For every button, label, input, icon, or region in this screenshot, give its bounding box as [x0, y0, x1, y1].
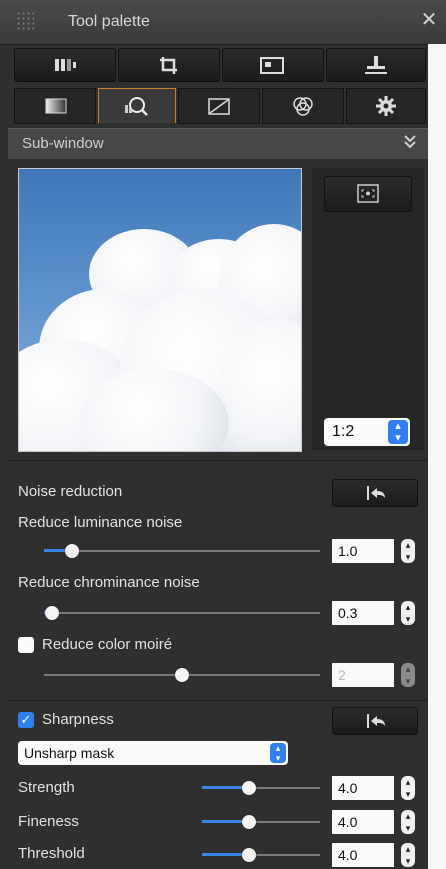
fineness-value: 4.0 — [338, 814, 358, 830]
strength-label: Strength — [18, 779, 75, 796]
fit-frame-icon — [357, 184, 379, 203]
sharpness-mode-select[interactable]: Unsharp mask ▴ ▾ — [18, 741, 288, 765]
threshold-value: 4.0 — [338, 847, 358, 863]
chevron-updown-icon: ▴ ▾ — [270, 743, 286, 763]
sharpness-reset-button[interactable] — [332, 707, 418, 735]
brightness-icon — [45, 98, 67, 114]
tab-color-wheel[interactable] — [262, 88, 344, 124]
luminance-label: Reduce luminance noise — [18, 514, 183, 531]
threshold-label: Threshold — [18, 845, 85, 862]
crop-icon — [160, 57, 177, 74]
color-wheel-icon — [293, 97, 313, 116]
stamp-icon — [365, 56, 387, 74]
crop-button[interactable] — [118, 48, 220, 82]
chevron-updown-icon: ▴ ▾ — [388, 420, 408, 444]
chrominance-label: Reduce chrominance noise — [18, 574, 200, 591]
chrominance-slider-track[interactable] — [44, 612, 320, 614]
moire-checkbox[interactable] — [18, 637, 34, 653]
chrominance-value: 0.3 — [338, 605, 358, 621]
split-compare-button[interactable] — [14, 48, 116, 82]
title-bar[interactable] — [0, 0, 446, 45]
image-layout-button[interactable] — [222, 48, 324, 82]
sharpness-checkbox[interactable]: ✓ — [18, 712, 34, 728]
threshold-slider-knob[interactable] — [242, 848, 256, 862]
tab-settings[interactable] — [346, 88, 426, 124]
tab-detail[interactable] — [98, 88, 176, 123]
threshold-value-field[interactable]: 4.0 — [332, 843, 394, 867]
threshold-stepper[interactable]: ▴ ▾ — [401, 843, 415, 867]
moire-slider-knob[interactable] — [175, 668, 189, 682]
moire-value-field[interactable]: 2 — [332, 663, 394, 687]
strength-stepper[interactable]: ▴ ▾ — [401, 776, 415, 800]
luminance-stepper[interactable]: ▴ ▾ — [401, 539, 415, 563]
luminance-value: 1.0 — [338, 543, 358, 559]
luminance-slider-knob[interactable] — [65, 544, 79, 558]
drag-grip-icon[interactable] — [16, 11, 34, 31]
fit-view-button[interactable] — [324, 176, 412, 212]
divider — [8, 700, 428, 701]
right-edge-strip — [428, 44, 446, 869]
subwindow-title: Sub-window — [22, 135, 104, 152]
noise-reset-button[interactable] — [332, 479, 418, 507]
reset-arrow-icon — [367, 486, 385, 500]
split-compare-icon — [55, 59, 76, 71]
luminance-slider-track[interactable] — [44, 550, 320, 552]
tab-brightness[interactable] — [14, 88, 96, 124]
stamp-button[interactable] — [326, 48, 426, 82]
zoom-select[interactable]: 1:2 ▴ ▾ — [324, 418, 410, 446]
curve-icon — [208, 98, 230, 115]
strength-slider-knob[interactable] — [242, 781, 256, 795]
sharpness-mode-value: Unsharp mask — [24, 745, 115, 761]
fineness-label: Fineness — [18, 813, 79, 830]
chrominance-stepper[interactable]: ▴ ▾ — [401, 601, 415, 625]
noise-reduction-title: Noise reduction — [18, 483, 123, 500]
subwindow-preview-image[interactable] — [18, 168, 302, 452]
fineness-stepper[interactable]: ▴ ▾ — [401, 810, 415, 834]
strength-value: 4.0 — [338, 780, 358, 796]
luminance-value-field[interactable]: 1.0 — [332, 539, 394, 563]
chrominance-slider-knob[interactable] — [45, 606, 59, 620]
subwindow-header[interactable]: Sub-window — [8, 128, 428, 159]
image-layout-icon — [260, 57, 284, 74]
moire-label: Reduce color moiré — [42, 636, 173, 653]
fineness-value-field[interactable]: 4.0 — [332, 810, 394, 834]
settings-gear-icon — [376, 96, 396, 116]
moire-value: 2 — [338, 667, 346, 683]
moire-stepper[interactable]: ▴ ▾ — [401, 663, 415, 687]
sharpness-label: Sharpness — [42, 711, 114, 728]
divider — [8, 460, 428, 461]
reset-arrow-icon — [367, 714, 385, 728]
collapse-chevron-icon[interactable] — [402, 132, 418, 152]
close-button[interactable]: ✕ — [418, 9, 440, 31]
detail-magnify-icon — [125, 97, 148, 116]
chrominance-value-field[interactable]: 0.3 — [332, 601, 394, 625]
window-title: Tool palette — [68, 13, 150, 30]
fineness-slider-knob[interactable] — [242, 815, 256, 829]
strength-value-field[interactable]: 4.0 — [332, 776, 394, 800]
tab-curve[interactable] — [178, 88, 260, 124]
zoom-value: 1:2 — [332, 423, 355, 440]
